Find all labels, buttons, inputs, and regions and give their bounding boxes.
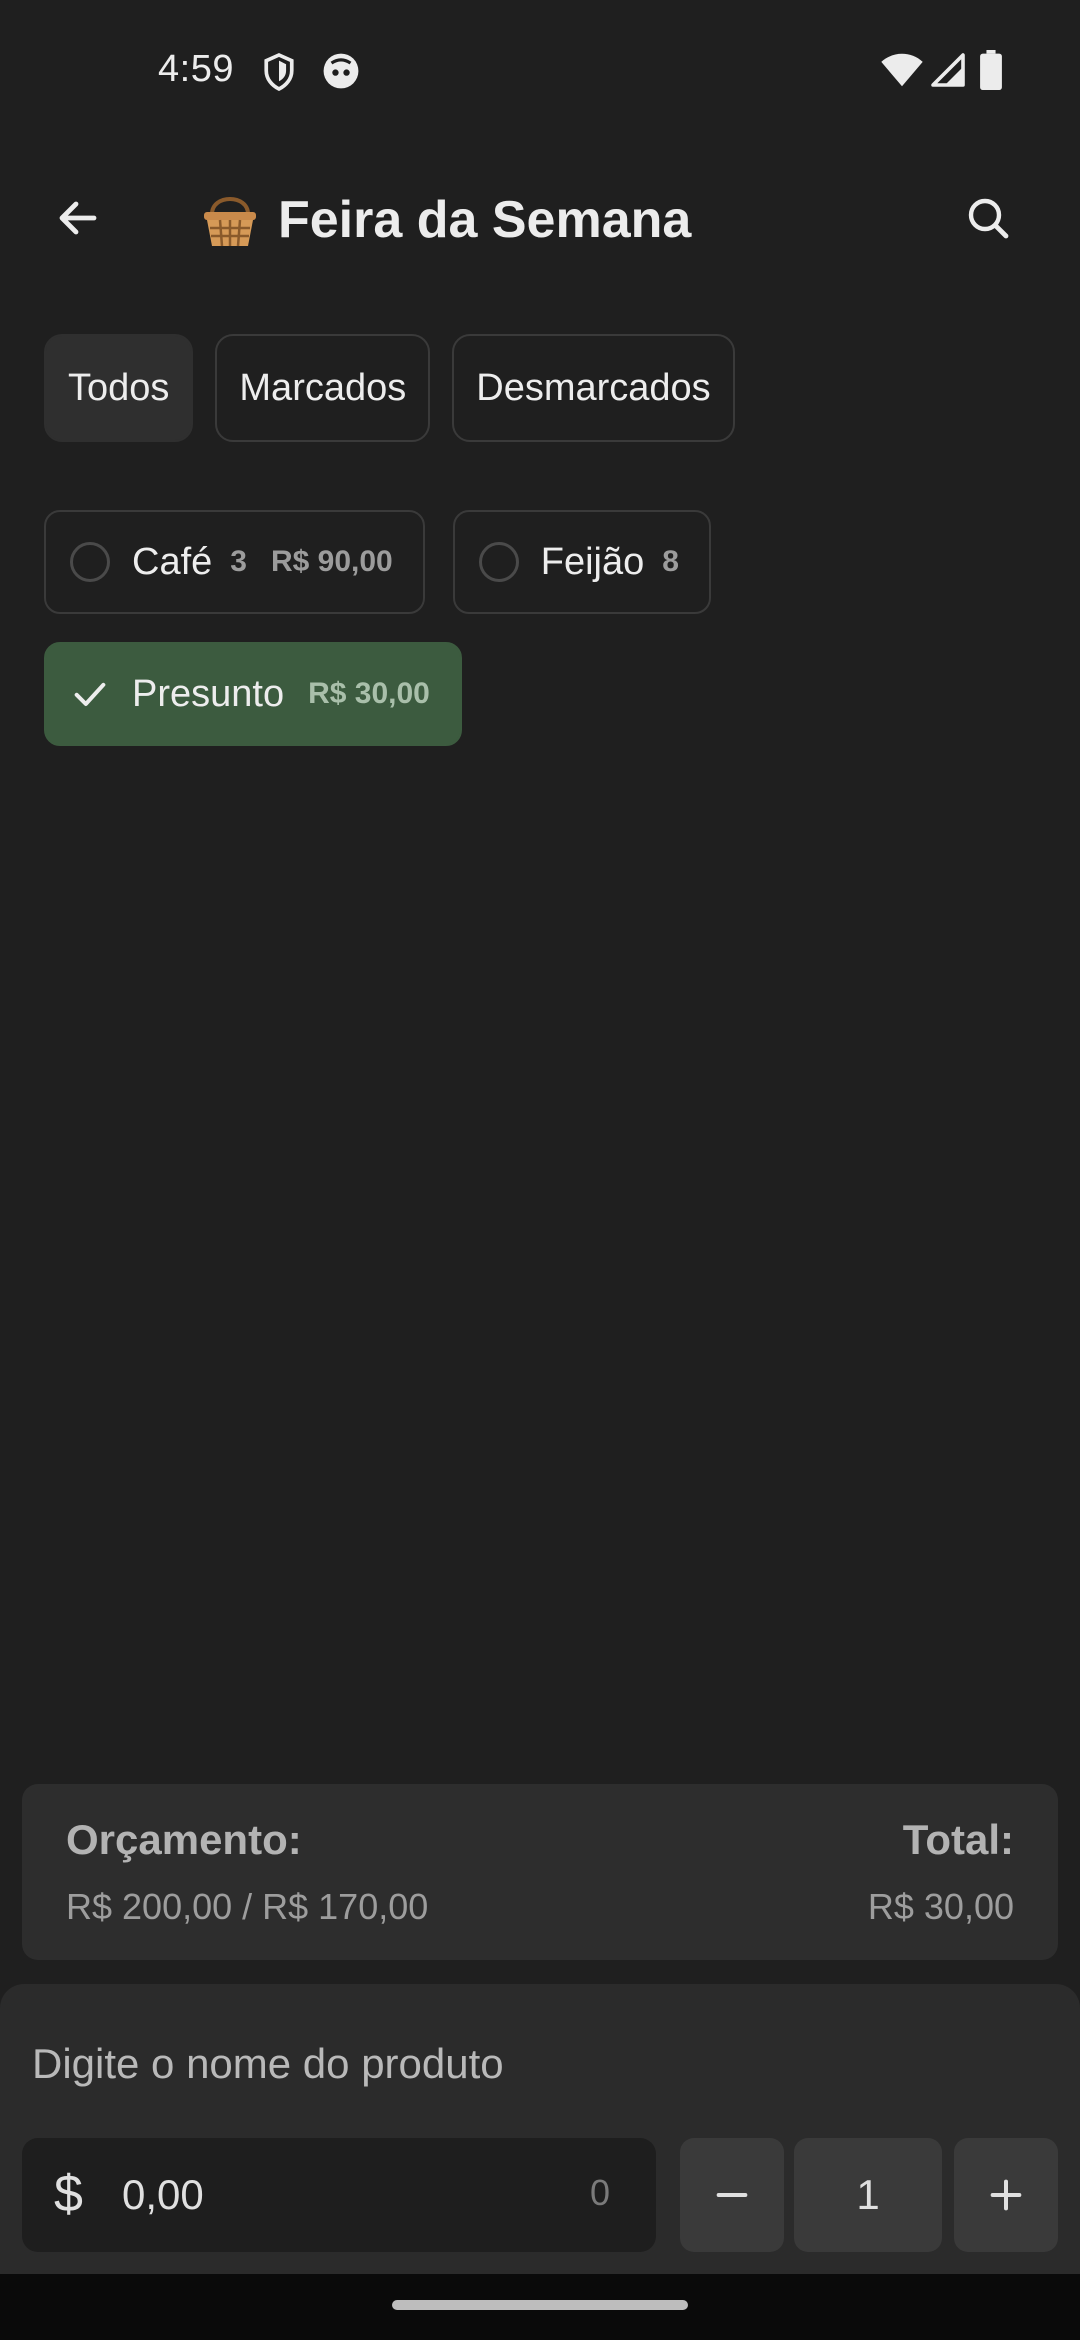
product-name: Café	[132, 540, 213, 583]
filter-chips: Todos Marcados Desmarcados	[44, 334, 735, 442]
arrow-back-icon	[59, 201, 97, 235]
price-counter: 0	[589, 2172, 610, 2213]
price-field[interactable]: $ 0	[22, 2138, 656, 2252]
app-bar: Feira da Semana	[0, 160, 1080, 270]
navigation-bar	[0, 2274, 1080, 2340]
plus-icon	[990, 2179, 1022, 2211]
product-list: Café 3 R$ 90,00 Feijão 8 Presunto R$ 30,…	[44, 510, 1044, 774]
total-label: Total:	[902, 1816, 1014, 1863]
dollar-icon: $	[54, 2165, 83, 2223]
total-value: R$ 30,00	[867, 1886, 1014, 1927]
product-name-input[interactable]	[32, 2028, 1032, 2100]
back-button[interactable]	[40, 180, 116, 256]
product-qty: 3	[230, 545, 247, 578]
status-bar: 4:59	[0, 0, 1080, 140]
quantity-value[interactable]: 1	[794, 2138, 942, 2252]
filter-desmarcados[interactable]: Desmarcados	[452, 334, 735, 442]
product-row: Café 3 R$ 90,00 Feijão 8	[44, 510, 1044, 614]
product-chip-cafe[interactable]: Café 3 R$ 90,00	[44, 510, 425, 614]
price-input[interactable]	[122, 2160, 522, 2230]
unchecked-circle-icon	[478, 542, 519, 582]
app-notification-icon	[323, 53, 359, 89]
budget-label: Orçamento:	[66, 1816, 302, 1863]
gesture-handle[interactable]	[392, 2300, 688, 2310]
search-button[interactable]	[950, 180, 1026, 256]
page-title: Feira da Semana	[278, 191, 692, 249]
wifi-icon	[881, 53, 923, 87]
product-qty: 8	[662, 545, 679, 578]
status-time: 4:59	[158, 48, 234, 90]
budget-card: Orçamento: R$ 200,00 / R$ 170,00 Total: …	[22, 1784, 1058, 1960]
product-chip-feijao[interactable]: Feijão 8	[452, 510, 711, 614]
search-icon	[968, 198, 1009, 239]
basket-icon	[204, 197, 256, 247]
product-chip-presunto[interactable]: Presunto R$ 30,00	[44, 642, 462, 746]
screen: 4:59 Feira da Semana Todos Marcados Desm…	[0, 0, 1080, 2340]
battery-icon	[980, 50, 1002, 90]
product-row: Presunto R$ 30,00	[44, 642, 1044, 746]
product-name: Feijão	[540, 540, 645, 583]
cell-signal-icon	[931, 53, 965, 87]
product-price: R$ 30,00	[308, 677, 430, 710]
product-price: R$ 90,00	[270, 545, 393, 578]
check-icon	[74, 682, 106, 706]
product-name: Presunto	[132, 672, 285, 715]
title-wrap: Feira da Semana	[198, 182, 691, 258]
increment-button[interactable]	[954, 2138, 1058, 2252]
decrement-button[interactable]	[680, 2138, 784, 2252]
filter-todos[interactable]: Todos	[44, 334, 194, 442]
minus-icon	[716, 2193, 748, 2197]
budget-value: R$ 200,00 / R$ 170,00	[66, 1886, 429, 1927]
unchecked-circle-icon	[70, 542, 110, 582]
filter-marcados[interactable]: Marcados	[215, 334, 431, 442]
add-product-sheet: $ 0 1	[0, 1984, 1080, 2274]
shield-icon	[264, 52, 294, 92]
